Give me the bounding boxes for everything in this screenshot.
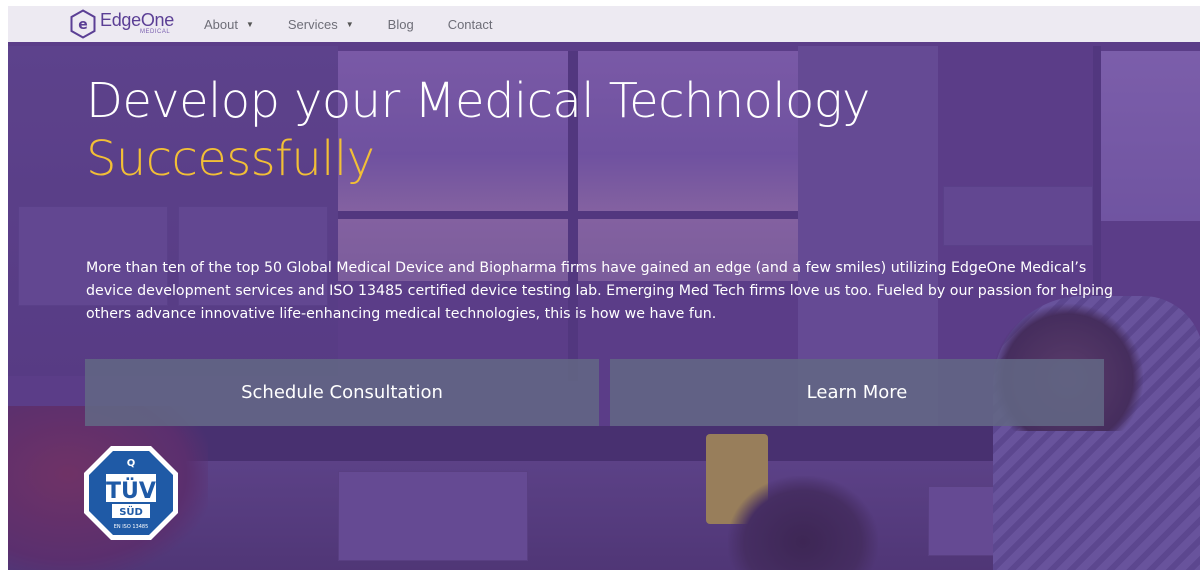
nav-item-label: Blog [387, 16, 414, 32]
logo-wordmark: EdgeOne MEDICAL [100, 9, 174, 39]
badge-top-letter: Q [127, 458, 136, 469]
schedule-consultation-button[interactable]: Schedule Consultation [85, 359, 599, 426]
chevron-down-icon: ▼ [345, 19, 354, 29]
badge-caption: EN ISO 13485 [114, 524, 149, 530]
nav-item-label: Services [287, 16, 338, 32]
nav-item-label: About [203, 16, 238, 32]
page-frame: e EdgeOne MEDICAL About ▼ Services ▼ Blo… [8, 6, 1200, 570]
hero-description: More than ten of the top 50 Global Medic… [86, 260, 1114, 322]
brand-subtitle: MEDICAL [140, 29, 171, 35]
chevron-down-icon: ▼ [245, 19, 254, 29]
learn-more-button[interactable]: Learn More [610, 359, 1104, 426]
hero-title-accent: Successfully [86, 131, 375, 187]
badge-sub: SÜD [119, 504, 143, 518]
edgeone-logo-icon: e [68, 9, 98, 39]
learn-more-label: Learn More [806, 382, 908, 403]
nav-item-label: Contact [447, 16, 493, 32]
nav-item-blog[interactable]: Blog [388, 17, 414, 32]
schedule-consultation-label: Schedule Consultation [241, 382, 443, 403]
main-nav: About ▼ Services ▼ Blog Contact [204, 6, 527, 42]
nav-item-contact[interactable]: Contact [448, 17, 493, 32]
nav-item-services[interactable]: Services ▼ [288, 17, 354, 32]
hero-title: Develop your Medical Technology Successf… [86, 72, 870, 188]
top-navbar: e EdgeOne MEDICAL About ▼ Services ▼ Blo… [8, 6, 1200, 42]
brand-name: EdgeOne [100, 10, 174, 30]
badge-name: TÜV [106, 478, 156, 504]
logo[interactable]: e EdgeOne MEDICAL [68, 6, 174, 42]
tuv-sud-badge-icon: Q TÜV SÜD EN ISO 13485 [82, 444, 180, 542]
hero-title-line1: Develop your Medical Technology [86, 73, 870, 129]
nav-item-about[interactable]: About ▼ [204, 17, 254, 32]
svg-text:e: e [78, 17, 88, 33]
